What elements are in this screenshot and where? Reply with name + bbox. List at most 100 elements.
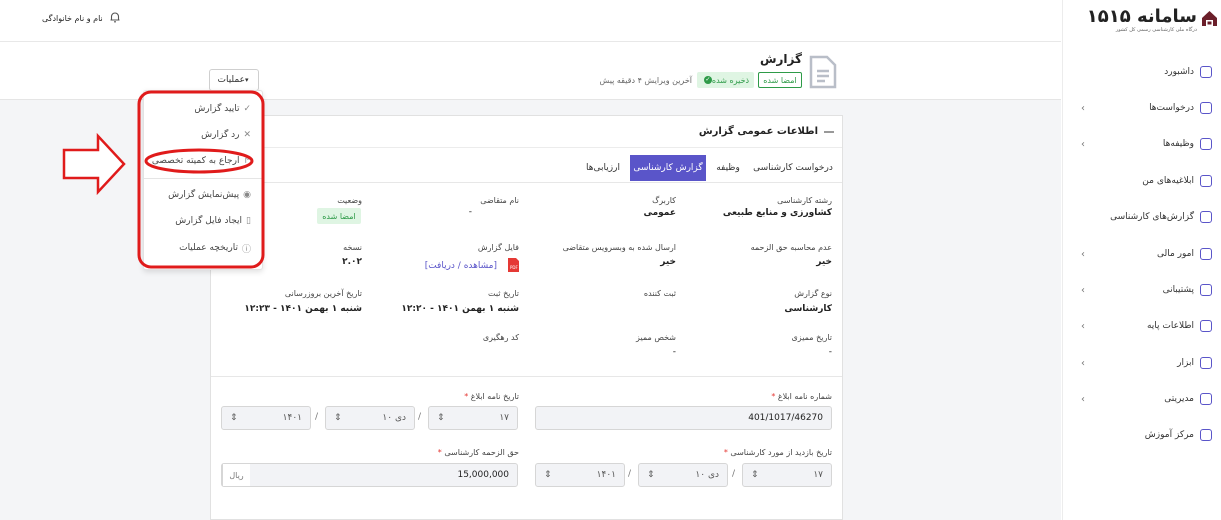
type-label: نوع گزارش [794,289,832,298]
menu-divider [144,178,262,179]
file-link[interactable]: [مشاهده / دریافت] [425,261,497,271]
notice-number-input[interactable]: 401/1017/46270 [535,406,832,430]
x-icon: ✕ [243,130,251,140]
sidebar-item-label: ابزار [1177,358,1194,368]
share-icon: ↱ [243,156,251,166]
applicant-value: - [468,207,472,217]
brand-logo[interactable]: سامانه ۱۵۱۵ درگاه ملی کارشناسی رسمی کل ک… [1087,6,1221,34]
tab-expert-report[interactable]: گزارش کارشناسی [630,155,706,181]
sidebar-item-0[interactable]: داشبورد [1063,58,1221,86]
stepper-icon: ⇕ [544,470,552,480]
sidebar-item-9[interactable]: ‹ مدیریتی [1063,385,1221,413]
menu-item-label: رد گزارش [201,130,240,140]
type-value: کارشناسی [784,304,832,314]
date-separator: / [628,469,632,479]
database-icon [1200,320,1212,332]
fee-calc-label: عدم محاسبه حق الزحمه [750,243,832,252]
menu-item-label: ایجاد فایل گزارش [175,216,243,226]
update-date-value: شنبه ۱ بهمن ۱۴۰۱ - ۱۲:۲۳ [244,304,362,314]
info-icon: ⓘ [241,244,251,255]
signed-badge: امضا شده [758,72,802,88]
sidebar-item-6[interactable]: ‹ پشتیبانی [1063,276,1221,304]
sidebar-item-7[interactable]: ‹ اطلاعات پایه [1063,312,1221,340]
visit-day-select[interactable]: ⇕ ۱۷ [742,463,832,487]
collapse-dash-icon[interactable] [824,131,834,133]
menu-item-label: تایید گزارش [194,104,240,114]
actions-button[interactable]: عملیات ▾ [209,69,259,91]
visit-year-select[interactable]: ⇕ ۱۴۰۱ [535,463,625,487]
sidebar-item-8[interactable]: ‹ ابزار [1063,349,1221,377]
sidebar-item-label: درخواست‌ها [1149,103,1194,113]
stepper-icon: ⇕ [437,413,445,423]
logo-text: سامانه ۱۵۱۵ [1086,6,1197,27]
actions-menu-item-0[interactable]: تایید گزارش ✓ [150,99,255,119]
monitor-icon [1200,393,1212,405]
actions-menu-item-3[interactable]: پیش‌نمایش گزارش ◉ [150,185,255,205]
actions-menu-item-5[interactable]: تاریخچه عملیات ⓘ [150,238,255,258]
menu-item-label: ارجاع به کمیته تخصصی [151,156,240,166]
fee-amount-value: 15,000,000 [457,470,509,480]
notice-month-select[interactable]: ⇕ ۱۰ دی [325,406,415,430]
stepper-icon: ⇕ [751,470,759,480]
visit-month-select[interactable]: ⇕ ۱۰ دی [638,463,728,487]
user-name[interactable]: نام و نام خانوادگی [42,14,103,23]
currency-addon: ریال [222,464,250,486]
tools-icon [1200,357,1212,369]
notice-number-label-text: شماره نامه ابلاغ [777,392,832,401]
bell-icon[interactable] [108,10,122,24]
auditor-label: شخص ممیز [636,333,676,342]
file-label: فایل گزارش [477,243,519,252]
chevron-left-icon: ‹ [1081,393,1085,405]
sidebar-item-label: اطلاعات پایه [1146,321,1194,331]
sidebar-item-label: وظیفه‌ها [1162,139,1194,149]
sidebar-item-label: پشتیبانی [1162,285,1194,295]
document-icon [808,54,838,90]
tab-evaluations[interactable]: ارزیابی‌ها [578,155,628,181]
status-label: وضعیت [337,196,362,205]
chevron-left-icon: ‹ [1081,138,1085,150]
fee-amount-input[interactable]: ریال 15,000,000 [221,463,518,487]
auditor-value: - [672,347,676,357]
tab-expert-request[interactable]: درخواست کارشناسی [748,155,838,181]
visit-day-value: ۱۷ [813,470,823,480]
sent-label: ارسال شده به وبسرویس متقاضی [562,243,676,252]
tab-task[interactable]: وظیفه [708,155,748,181]
usage-value: عمومی [643,208,676,218]
actions-menu-item-1[interactable]: رد گزارش ✕ [150,125,255,145]
fee-calc-value: خیر [816,257,832,267]
logo-house-icon [1200,9,1219,28]
sidebar-item-5[interactable]: ‹ امور مالی [1063,240,1221,268]
stepper-icon: ⇕ [334,413,342,423]
actions-menu-item-2[interactable]: ارجاع به کمیته تخصصی ↱ [150,151,255,171]
help-icon [1200,429,1212,441]
sidebar-item-4[interactable]: گزارش‌های کارشناسی [1063,203,1221,231]
sidebar-item-1[interactable]: ‹ درخواست‌ها [1063,94,1221,122]
check-circle-icon: ✓ [703,76,712,84]
svg-text:PDF: PDF [510,265,518,270]
chevron-left-icon: ‹ [1081,320,1085,332]
notice-year-select[interactable]: ⇕ ۱۴۰۱ [221,406,311,430]
page-title: گزارش [759,52,802,66]
menu-item-label: پیش‌نمایش گزارش [168,190,240,200]
section-divider [211,376,842,377]
caret-down-icon: ▾ [244,76,249,84]
home-icon [1200,66,1212,78]
notice-month-value: ۱۰ دی [382,413,406,423]
fee-amount-label-text: حق الزحمه کارشناسی [444,448,519,457]
chevron-left-icon: ‹ [1081,357,1085,369]
notice-day-select[interactable]: ⇕ ۱۷ [428,406,518,430]
actions-menu-item-4[interactable]: ایجاد فایل گزارش ▯ [150,211,255,231]
sidebar-item-3[interactable]: ابلاغیه‌های من [1063,167,1221,195]
notice-date-label-text: تاریخ نامه ابلاغ [470,392,519,401]
sidebar-item-label: گزارش‌های کارشناسی [1110,212,1194,222]
stepper-icon: ⇕ [647,470,655,480]
saved-badge: ✓ ذخیره شده [697,72,754,88]
visit-year-value: ۱۴۰۱ [596,470,616,480]
sidebar-item-10[interactable]: مرکز آموزش [1063,421,1221,449]
tracking-code-label: کد رهگیری [482,333,519,342]
sidebar-item-2[interactable]: ‹ وظیفه‌ها [1063,130,1221,158]
file-add-icon: ▯ [246,216,251,226]
actions-button-label: عملیات [217,75,245,85]
usage-label: کاربرگ [652,196,676,205]
logo-subtitle: درگاه ملی کارشناسی رسمی کل کشور [1115,27,1197,33]
